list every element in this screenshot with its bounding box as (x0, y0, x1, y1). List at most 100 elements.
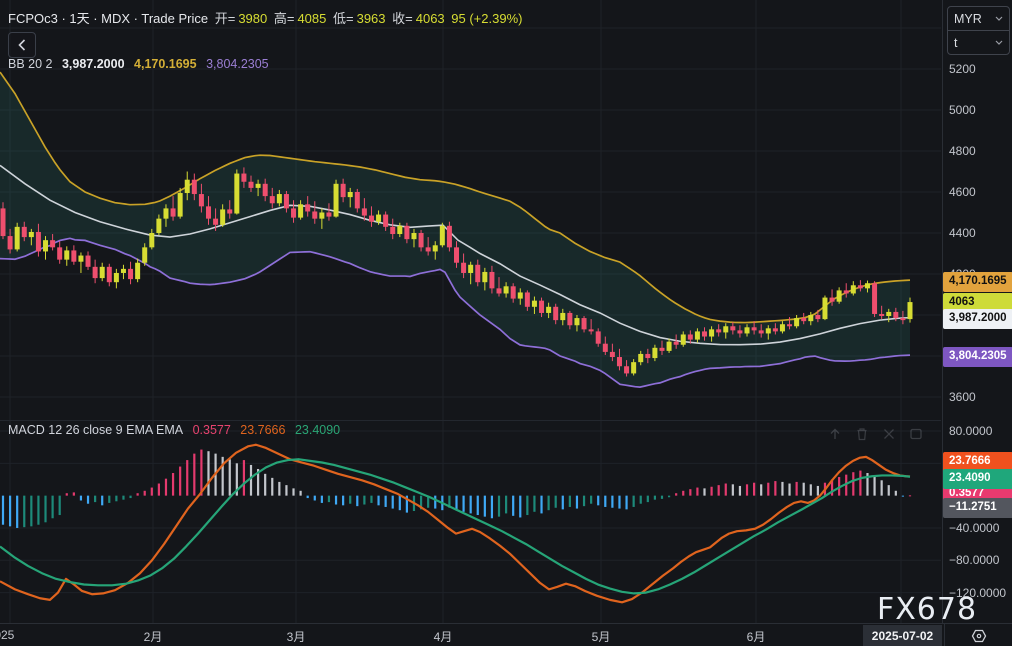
macd-histogram-bar (562, 496, 564, 510)
back-button[interactable] (8, 32, 36, 58)
macd-histogram-bar (229, 459, 231, 495)
move-pane-up-icon[interactable] (828, 427, 842, 441)
candle-body (553, 307, 558, 320)
maximize-pane-icon[interactable] (909, 427, 923, 441)
macd-histogram-bar (774, 481, 776, 496)
macd-histogram-bar (796, 482, 798, 496)
macd-histogram-bar (647, 496, 649, 502)
candle-body (312, 211, 317, 218)
macd-histogram-bar (151, 488, 153, 496)
candle-body (695, 331, 700, 339)
currency-dropdown[interactable]: MYR (948, 7, 1009, 30)
macd-histogram-bar (902, 496, 904, 497)
candle-body (29, 232, 34, 237)
candle-body (844, 290, 849, 293)
candle-body (234, 174, 239, 214)
macd-histogram-bar (108, 496, 110, 503)
candle-body (100, 267, 105, 278)
macd-indicator-legend[interactable]: MACD 12 26 close 9 EMA EMA 0.3577 23.766… (8, 423, 346, 437)
candle-body (86, 256, 91, 267)
settings-hexagon-icon (971, 629, 987, 643)
candle-body (879, 314, 884, 316)
candle-body (341, 184, 346, 197)
macd-histogram-bar (888, 485, 890, 496)
macd-histogram-bar (873, 476, 875, 495)
macd-histogram-bar (569, 496, 571, 507)
candle-body (199, 194, 204, 206)
candle-body (171, 208, 176, 216)
candle-body (582, 318, 587, 329)
candle-body (284, 194, 289, 208)
macd-histogram-bar (455, 496, 457, 511)
candle-body (291, 208, 296, 217)
candle-body (454, 247, 459, 262)
candle-body (631, 362, 636, 373)
macd-histogram-bar (767, 483, 769, 496)
macd-histogram-bar (434, 496, 436, 509)
candle-body (305, 204, 310, 211)
price-tick-label: 5200 (949, 62, 976, 76)
candle-body (546, 307, 551, 313)
macd-histogram-bar (370, 496, 372, 503)
bb-basis-value: 3,987.2000 (62, 57, 125, 71)
price-scale[interactable]: 52005000480046004400420040003800360080.0… (942, 0, 1012, 623)
macd-histogram-bar (618, 496, 620, 509)
macd-histogram-bar (101, 496, 103, 506)
candle-body (780, 324, 785, 331)
candle-body (440, 226, 445, 245)
macd-label: MACD 12 26 close 9 EMA EMA (8, 423, 183, 437)
macd-histogram-bar (576, 496, 578, 509)
macd-histogram-bar (307, 496, 309, 498)
candle-body (801, 318, 806, 321)
macd-histogram-bar (661, 496, 663, 499)
bb-lower-value: 3,804.2305 (206, 57, 269, 71)
macd-histogram-bar (526, 496, 528, 515)
macd-histogram-bar (533, 496, 535, 512)
macd-histogram-bar (264, 474, 266, 496)
month-tick-label: 2025 (0, 628, 14, 642)
candle-body (851, 285, 856, 293)
candle-body (149, 233, 154, 247)
macd-histogram-bar (314, 496, 316, 501)
candle-body (567, 313, 572, 325)
candle-body (426, 247, 431, 251)
price-tick-label: 4400 (949, 226, 976, 240)
candle-body (227, 209, 232, 213)
macd-histogram-bar (746, 484, 748, 495)
macd-histogram-bar (675, 493, 677, 495)
candle-body (830, 298, 835, 302)
candle-body (192, 180, 197, 194)
collapse-pane-icon[interactable] (882, 427, 896, 441)
candle-body (752, 327, 757, 330)
macd-histogram-bar (363, 496, 365, 505)
candle-body (794, 318, 799, 326)
macd-histogram-bar (668, 496, 670, 498)
macd-histogram-bar (23, 496, 25, 528)
price-axis-value-label: 3,987.2000 (943, 309, 1012, 329)
chart-plot-area[interactable] (0, 0, 941, 623)
candle-body (645, 354, 650, 358)
bb-indicator-legend[interactable]: BB 20 2 3,987.2000 4,170.1695 3,804.2305 (8, 57, 275, 71)
macd-histogram-bar (540, 496, 542, 514)
high-label: 高= (274, 11, 295, 26)
macd-histogram-bar (597, 496, 599, 506)
low-label: 低= (333, 11, 354, 26)
candle-body (355, 192, 360, 208)
candle-body (773, 328, 778, 331)
candle-body (489, 272, 494, 288)
time-scale[interactable]: 7月6月5月4月3月2月2025 2025-07-02 (0, 623, 1012, 646)
macd-histogram-bar (87, 496, 89, 504)
candle-body (334, 184, 339, 217)
candle-body (383, 215, 388, 227)
macd-histogram-bar (342, 496, 344, 506)
unit-dropdown[interactable]: t (948, 30, 1009, 54)
candle-body (511, 286, 516, 298)
candle-body (256, 184, 261, 188)
price-tick-label: 4800 (949, 144, 976, 158)
candle-body (624, 366, 629, 373)
scale-corner-cell[interactable] (944, 624, 1012, 646)
macd-histogram-bar (803, 483, 805, 496)
macd-signal-line (0, 459, 910, 593)
candle-body (128, 269, 133, 279)
delete-pane-icon[interactable] (855, 427, 869, 441)
